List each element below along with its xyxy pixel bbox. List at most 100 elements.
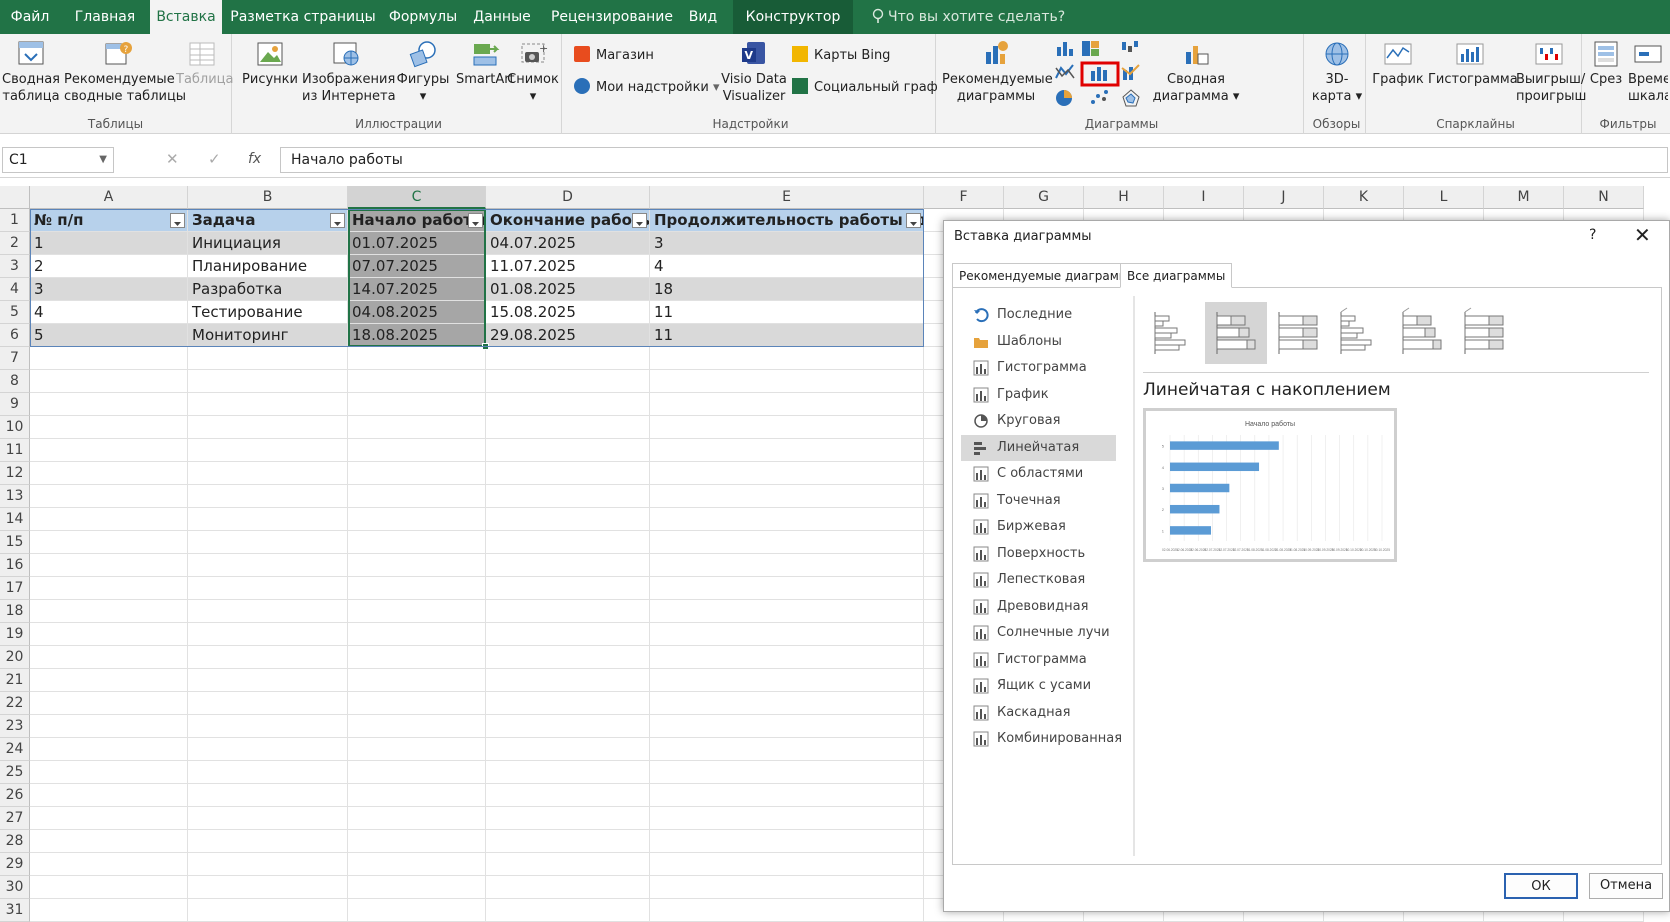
cell[interactable] [188, 761, 348, 784]
cell[interactable] [348, 577, 486, 600]
row-header[interactable]: 4 [0, 278, 30, 301]
sparkline-winloss-button[interactable]: Выигрыш/проигрыш [1516, 40, 1586, 105]
table-button[interactable]: Таблица [176, 40, 234, 88]
cell[interactable] [650, 761, 924, 784]
chart-type-item[interactable]: Лепестковая [961, 567, 1116, 593]
chart-type-item[interactable]: Древовидная [961, 594, 1116, 620]
bar-subtype-button[interactable] [1143, 302, 1205, 364]
row-header[interactable]: 1 [0, 209, 30, 232]
cell[interactable] [30, 600, 188, 623]
row-header[interactable]: 30 [0, 876, 30, 899]
cell[interactable] [30, 761, 188, 784]
row-header[interactable]: 2 [0, 232, 30, 255]
cell[interactable] [486, 485, 650, 508]
column-header-i[interactable]: I [1164, 186, 1244, 209]
cell[interactable] [188, 485, 348, 508]
cell[interactable] [30, 577, 188, 600]
chart-type-item[interactable]: Круговая [961, 408, 1116, 434]
online-pictures-button[interactable]: Изображения из Интернета [302, 40, 396, 105]
scatter-chart-icon[interactable] [1088, 88, 1110, 108]
row-header[interactable]: 28 [0, 830, 30, 853]
pivot-chart-button[interactable]: Сводная диаграмма ▾ [1152, 40, 1240, 105]
cell[interactable] [348, 600, 486, 623]
cell[interactable] [30, 738, 188, 761]
cell[interactable] [486, 416, 650, 439]
name-box[interactable]: C1 ▼ [2, 147, 114, 173]
cell[interactable] [486, 508, 650, 531]
cell[interactable] [348, 393, 486, 416]
row-header[interactable]: 5 [0, 301, 30, 324]
cell[interactable] [30, 347, 188, 370]
cell[interactable] [30, 554, 188, 577]
table-cell[interactable]: 15.08.2025 [486, 301, 650, 324]
table-cell[interactable]: 14.07.2025 [348, 278, 486, 301]
row-header[interactable]: 22 [0, 692, 30, 715]
chart-type-item[interactable]: Биржевая [961, 514, 1116, 540]
cell[interactable] [348, 439, 486, 462]
cell[interactable] [650, 347, 924, 370]
cell[interactable] [650, 554, 924, 577]
sparkline-line-button[interactable]: График [1370, 40, 1426, 88]
cell[interactable] [486, 692, 650, 715]
table-cell[interactable]: 18 [650, 278, 924, 301]
tab-file[interactable]: Файл [0, 0, 60, 34]
bar-subtype-button[interactable] [1391, 302, 1453, 364]
table-cell[interactable]: 5 [30, 324, 188, 347]
cell[interactable] [348, 508, 486, 531]
cell[interactable] [348, 715, 486, 738]
waterfall-chart-icon[interactable] [1120, 38, 1142, 58]
cell[interactable] [30, 485, 188, 508]
table-header-cell[interactable]: № п/п [30, 209, 188, 232]
cell[interactable] [188, 577, 348, 600]
cell[interactable] [30, 715, 188, 738]
row-header[interactable]: 18 [0, 600, 30, 623]
fill-handle[interactable] [482, 343, 489, 350]
cell[interactable] [30, 623, 188, 646]
cell[interactable] [188, 347, 348, 370]
cell[interactable] [650, 600, 924, 623]
cell[interactable] [348, 738, 486, 761]
row-header[interactable]: 26 [0, 784, 30, 807]
chart-type-item[interactable]: Комбинированная [961, 726, 1122, 752]
cell[interactable] [650, 715, 924, 738]
social-graph-button[interactable]: Социальный граф [792, 78, 938, 98]
chart-preview[interactable]: Начало работы 02.06.2025 12.06.2025 22.06.2… [1143, 408, 1397, 562]
row-header[interactable]: 24 [0, 738, 30, 761]
row-header[interactable]: 15 [0, 531, 30, 554]
cell[interactable] [188, 692, 348, 715]
table-cell[interactable]: 11 [650, 324, 924, 347]
row-header[interactable]: 6 [0, 324, 30, 347]
cell[interactable] [188, 853, 348, 876]
function-icon[interactable]: fx [248, 151, 261, 167]
table-header-cell[interactable]: Продолжительность работы (дни) [650, 209, 924, 232]
shapes-button[interactable]: Фигуры ▾ [394, 40, 452, 105]
pictures-button[interactable]: Рисунки [242, 40, 298, 88]
radar-chart-icon[interactable] [1120, 88, 1142, 108]
cell[interactable] [348, 370, 486, 393]
cell[interactable] [188, 899, 348, 922]
cell[interactable] [30, 393, 188, 416]
row-header[interactable]: 23 [0, 715, 30, 738]
cell[interactable] [30, 876, 188, 899]
column-header-f[interactable]: F [924, 186, 1004, 209]
cell[interactable] [486, 393, 650, 416]
row-header[interactable]: 8 [0, 370, 30, 393]
table-cell[interactable]: 4 [30, 301, 188, 324]
close-icon[interactable]: ✕ [1634, 223, 1651, 247]
cell[interactable] [348, 485, 486, 508]
cell[interactable] [486, 807, 650, 830]
cell[interactable] [348, 761, 486, 784]
column-header-a[interactable]: A [30, 186, 188, 209]
table-cell[interactable]: 01.07.2025 [348, 232, 486, 255]
cell[interactable] [348, 692, 486, 715]
timeline-button[interactable]: Временнаяшкала [1628, 40, 1668, 105]
visio-button[interactable]: V Visio Data Visualizer [716, 40, 792, 105]
cell[interactable] [188, 600, 348, 623]
tab-view[interactable]: Вид [686, 0, 720, 34]
tab-recommended-charts[interactable]: Рекомендуемые диаграммы [952, 263, 1145, 288]
cell[interactable] [486, 899, 650, 922]
cell[interactable] [30, 807, 188, 830]
cell[interactable] [348, 416, 486, 439]
filter-dropdown-icon[interactable] [330, 213, 345, 228]
table-cell[interactable]: Разработка [188, 278, 348, 301]
